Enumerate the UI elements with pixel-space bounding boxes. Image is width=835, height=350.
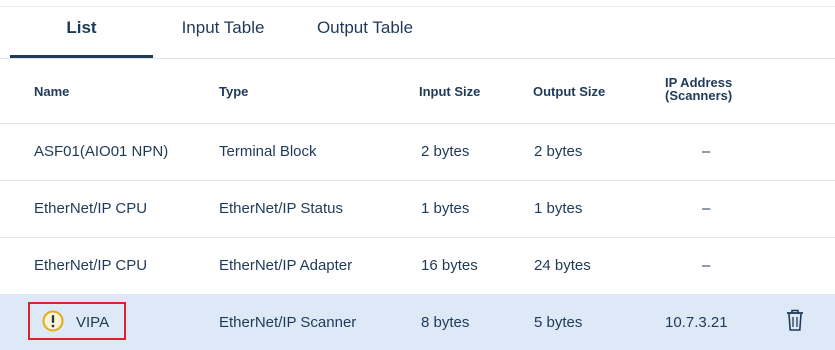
table-row[interactable]: EtherNet/IP CPU EtherNet/IP Adapter 16 b… xyxy=(0,238,835,295)
row-output-size: 2 bytes xyxy=(534,143,583,160)
column-header-ip-address: IP Address (Scanners) xyxy=(665,76,755,102)
column-header-type: Type xyxy=(219,84,249,99)
tab-output-table[interactable]: Output Table xyxy=(310,18,420,58)
tab-bar: List Input Table Output Table xyxy=(0,0,835,59)
column-header-input-size: Input Size xyxy=(419,84,481,99)
row-ip-address: – xyxy=(702,257,711,274)
tab-input-table[interactable]: Input Table xyxy=(175,18,271,58)
row-type: EtherNet/IP Scanner xyxy=(219,314,357,331)
tab-output-table-label: Output Table xyxy=(316,18,414,37)
tab-list-label: List xyxy=(66,18,97,37)
trash-icon[interactable] xyxy=(784,307,806,333)
row-output-size: 5 bytes xyxy=(534,314,583,331)
row-name: ASF01(AIO01 NPN) xyxy=(34,143,169,160)
table-row[interactable]: ASF01(AIO01 NPN) Terminal Block 2 bytes … xyxy=(0,124,835,181)
column-header-ip-line2: (Scanners) xyxy=(665,88,733,103)
row-type: EtherNet/IP Adapter xyxy=(219,257,353,274)
row-type: Terminal Block xyxy=(219,143,317,160)
tab-list[interactable]: List xyxy=(10,18,153,58)
active-tab-indicator xyxy=(10,55,153,58)
table-row-selected[interactable]: VIPA EtherNet/IP Scanner 8 bytes 5 bytes… xyxy=(0,295,835,350)
row-ip-address: 10.7.3.21 xyxy=(665,314,728,331)
row-input-size: 1 bytes xyxy=(421,200,470,217)
table-header: Name Type Input Size Output Size IP Addr… xyxy=(0,59,835,124)
row-output-size: 24 bytes xyxy=(534,257,591,274)
row-ip-address: – xyxy=(702,200,711,217)
row-input-size: 8 bytes xyxy=(421,314,470,331)
row-input-size: 16 bytes xyxy=(421,257,478,274)
column-header-name: Name xyxy=(34,84,70,99)
column-header-output-size: Output Size xyxy=(533,84,606,99)
warning-icon xyxy=(42,310,64,332)
row-type: EtherNet/IP Status xyxy=(219,200,343,217)
row-name: EtherNet/IP CPU xyxy=(34,200,148,217)
table-row[interactable]: EtherNet/IP CPU EtherNet/IP Status 1 byt… xyxy=(0,181,835,238)
tab-input-table-label: Input Table xyxy=(181,18,265,37)
row-name: VIPA xyxy=(76,314,110,331)
row-input-size: 2 bytes xyxy=(421,143,470,160)
row-name: EtherNet/IP CPU xyxy=(34,257,148,274)
row-ip-address: – xyxy=(702,143,711,160)
row-output-size: 1 bytes xyxy=(534,200,583,217)
